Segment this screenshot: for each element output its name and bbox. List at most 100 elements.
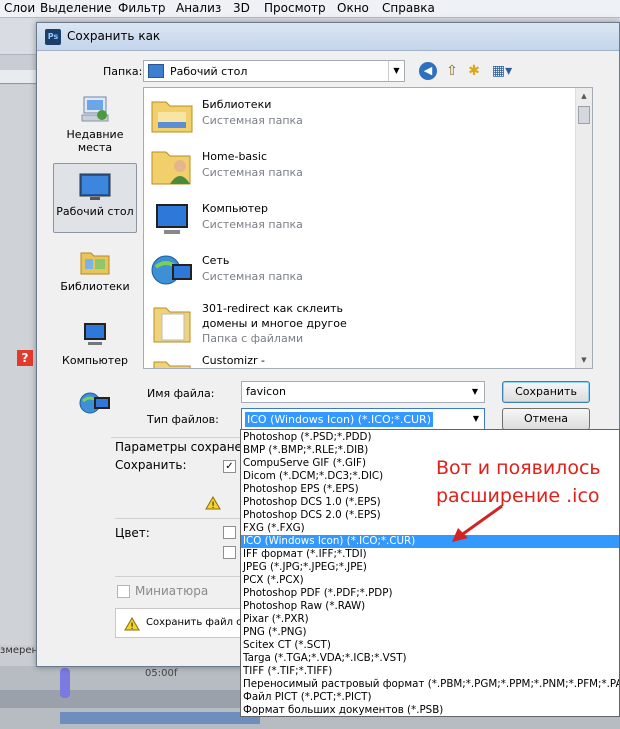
filetype-option[interactable]: IFF формат (*.IFF;*.TDI)	[241, 548, 619, 561]
filetype-select[interactable]: ICO (Windows Icon) (*.ICO;*.CUR) ▼	[241, 408, 485, 430]
menu-item-view[interactable]: Просмотр	[264, 1, 326, 15]
place-computer[interactable]: Компьютер	[53, 319, 137, 375]
photoshop-menubar: Слои Выделение Фильтр Анализ 3D Просмотр…	[0, 0, 620, 18]
file-name: Home-basic	[202, 150, 268, 163]
svg-text:!: !	[211, 501, 215, 510]
file-list[interactable]: Библиотеки Системная папка Home-basic Си…	[143, 87, 593, 369]
save-label: Сохранить:	[115, 458, 187, 472]
timeline-time-label: 05:00f	[145, 668, 178, 679]
filetype-option[interactable]: Photoshop (*.PSD;*.PDD)	[241, 431, 619, 444]
note-box: ! Сохранить файл с	[115, 608, 247, 638]
filetype-option[interactable]: Photoshop PDF (*.PDF;*.PDP)	[241, 587, 619, 600]
filetype-option[interactable]: Переносимый растровый формат (*.PBM;*.PG…	[241, 678, 619, 691]
menu-item-select[interactable]: Выделение	[40, 1, 111, 15]
file-type: Системная папка	[202, 114, 303, 127]
filetype-label: Тип файлов:	[147, 413, 219, 426]
dialog-titlebar[interactable]: Ps Сохранить как	[37, 23, 619, 51]
list-item[interactable]: Компьютер Системная папка	[144, 194, 574, 246]
filetype-option[interactable]: Targa (*.TGA;*.VDA;*.ICB;*.VST)	[241, 652, 619, 665]
places-bar: Недавние места Рабочий стол Библиотеки К…	[51, 87, 143, 427]
menu-item-window[interactable]: Окно	[337, 1, 369, 15]
menu-item-help[interactable]: Справка	[382, 1, 435, 15]
annotation-line1: Вот и появилось	[436, 457, 601, 479]
svg-text:!: !	[130, 622, 134, 631]
scroll-up-icon[interactable]: ▲	[576, 88, 592, 104]
filetype-option[interactable]: JPEG (*.JPG;*.JPEG;*.JPE)	[241, 561, 619, 574]
save-button[interactable]: Сохранить	[502, 381, 590, 403]
note-text: Сохранить файл с	[146, 617, 242, 628]
file-type: Системная папка	[202, 270, 303, 283]
user-folder-icon	[151, 151, 191, 185]
folder-icon	[153, 361, 191, 368]
list-item[interactable]: Сеть Системная папка	[144, 246, 574, 298]
place-label: Библиотеки	[60, 280, 130, 293]
desktop-icon	[79, 173, 111, 200]
filename-input[interactable]: favicon	[241, 381, 485, 403]
timeline-layer-bar[interactable]	[60, 712, 260, 724]
back-arrow-icon[interactable]: ◀	[419, 62, 437, 80]
filetype-option[interactable]: TIFF (*.TIF;*.TIFF)	[241, 665, 619, 678]
color-checkbox[interactable]	[223, 526, 236, 539]
place-network[interactable]	[53, 387, 137, 427]
filetype-option[interactable]: Photoshop DCS 2.0 (*.EPS)	[241, 509, 619, 522]
chevron-down-icon[interactable]: ▼	[468, 409, 484, 429]
color-profile-checkbox[interactable]	[223, 546, 236, 559]
chevron-down-icon[interactable]: ▼	[388, 61, 404, 81]
scroll-thumb[interactable]	[578, 106, 590, 124]
menu-item-layers[interactable]: Слои	[4, 1, 35, 15]
menu-item-analysis[interactable]: Анализ	[176, 1, 221, 15]
up-folder-icon[interactable]: ⇧	[442, 61, 462, 81]
folder-icon	[153, 307, 191, 343]
filetype-option[interactable]: PCX (*.PCX)	[241, 574, 619, 587]
libraries-folder-icon	[151, 101, 193, 133]
list-item[interactable]: Библиотеки Системная папка	[144, 90, 574, 142]
scroll-down-icon[interactable]: ▼	[576, 352, 592, 368]
warning-icon: !	[205, 496, 221, 510]
filetype-option[interactable]: PNG (*.PNG)	[241, 626, 619, 639]
thumbnail-checkbox[interactable]	[117, 585, 130, 598]
menu-item-filter[interactable]: Фильтр	[118, 1, 165, 15]
file-name: Библиотеки	[202, 98, 272, 111]
chevron-down-icon[interactable]: ▼	[467, 382, 483, 402]
filetype-option[interactable]: Формат больших документов (*.PSB)	[241, 704, 619, 716]
filetype-option[interactable]: Файл PICT (*.PCT;*.PICT)	[241, 691, 619, 704]
divider	[115, 576, 241, 577]
help-icon[interactable]: ?	[17, 350, 33, 366]
folder-select-value: Рабочий стол	[170, 65, 248, 78]
place-label: Рабочий стол	[56, 205, 134, 218]
save-copy-checkbox[interactable]: ✓	[223, 460, 236, 473]
place-libraries[interactable]: Библиотеки	[53, 245, 137, 301]
filetype-option[interactable]: ICO (Windows Icon) (*.ICO;*.CUR)	[241, 535, 619, 548]
folder-label: Папка:	[103, 65, 143, 78]
network-icon	[151, 255, 192, 285]
file-name: Компьютер	[202, 202, 268, 215]
place-label: Недавние места	[66, 128, 124, 154]
filetype-option[interactable]: Photoshop Raw (*.RAW)	[241, 600, 619, 613]
file-type: Системная папка	[202, 218, 303, 231]
file-name-line2: домены и многое другое	[202, 317, 347, 330]
new-folder-icon[interactable]: ✱	[464, 61, 484, 81]
file-list-scrollbar[interactable]: ▲ ▼	[575, 88, 592, 368]
annotation-arrow-icon	[452, 504, 503, 542]
file-name: 301-redirect как склеить	[202, 302, 344, 315]
cancel-button[interactable]: Отмена	[502, 408, 590, 430]
views-menu-icon[interactable]: ▦▾	[487, 61, 517, 81]
menu-item-3d[interactable]: 3D	[233, 1, 250, 15]
list-item[interactable]: 301-redirect как склеить домены и многое…	[144, 298, 574, 352]
filetype-option[interactable]: Pixar (*.PXR)	[241, 613, 619, 626]
file-type: Папка с файлами	[202, 332, 304, 345]
list-item[interactable]: Customizr -	[144, 352, 574, 368]
folder-select[interactable]: Рабочий стол ▼	[143, 60, 405, 82]
thumbnail-label: Миниатюра	[135, 584, 209, 598]
desktop-icon	[148, 64, 164, 78]
computer-icon	[84, 323, 106, 345]
place-desktop[interactable]: Рабочий стол	[53, 163, 137, 233]
photoshop-icon: Ps	[45, 29, 61, 45]
filetype-option[interactable]: Scitex CT (*.SCT)	[241, 639, 619, 652]
list-item[interactable]: Home-basic Системная папка	[144, 142, 574, 194]
place-recent[interactable]: Недавние места	[53, 93, 137, 159]
playhead-handle[interactable]	[60, 668, 70, 698]
recent-places-icon	[81, 96, 109, 122]
filetype-option[interactable]: FXG (*.FXG)	[241, 522, 619, 535]
network-icon	[79, 392, 110, 414]
